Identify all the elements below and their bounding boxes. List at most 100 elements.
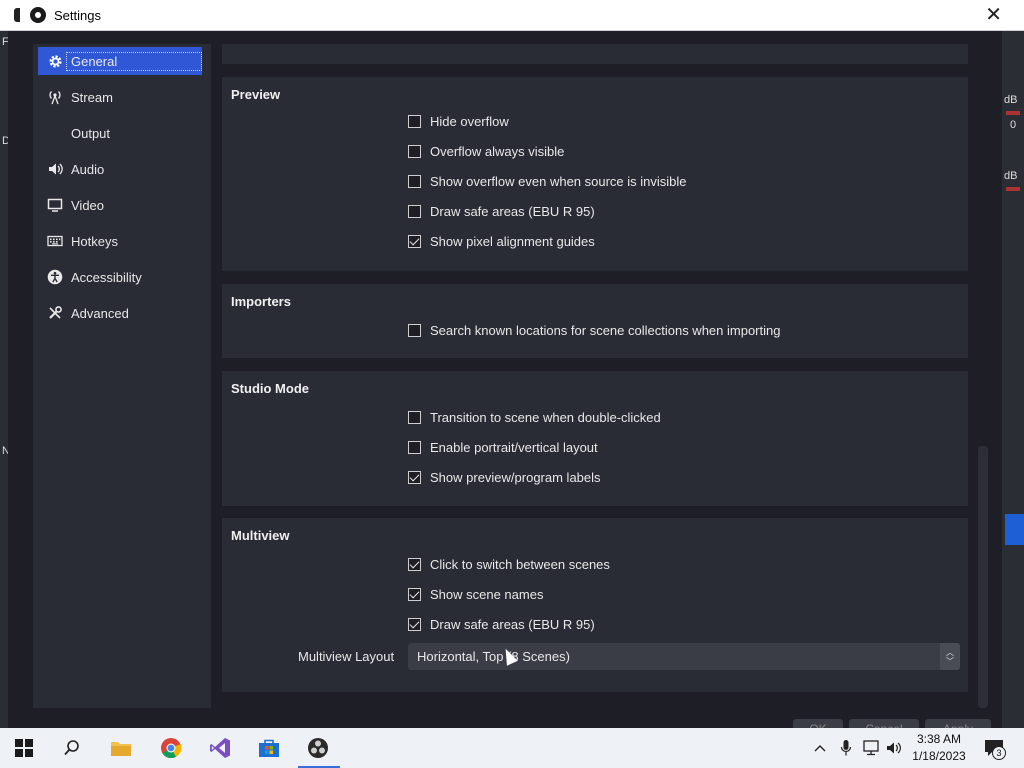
meter-label: 0 xyxy=(1010,119,1017,131)
option-portrait-layout[interactable]: Enable portrait/vertical layout xyxy=(408,437,598,457)
background-window-edge xyxy=(14,8,20,22)
tools-icon xyxy=(47,305,63,321)
option-label: Show overflow even when source is invisi… xyxy=(430,173,687,189)
checkbox[interactable] xyxy=(408,144,421,158)
group-partial xyxy=(222,44,968,64)
broadcast-icon xyxy=(47,89,63,105)
clock-time: 3:38 AM xyxy=(916,732,962,746)
windows-start-icon[interactable] xyxy=(11,736,37,760)
accessibility-icon xyxy=(47,269,63,285)
file-explorer-icon[interactable] xyxy=(108,736,134,760)
audio-meter xyxy=(1006,187,1020,191)
sidebar-item-stream[interactable]: Stream xyxy=(38,83,202,111)
ok-button[interactable]: OK xyxy=(793,719,843,728)
volume-icon[interactable] xyxy=(884,736,904,760)
option-pixel-alignment-guides[interactable]: Show pixel alignment guides xyxy=(408,231,595,251)
checkbox[interactable] xyxy=(408,204,421,218)
sidebar-item-label: Stream xyxy=(71,89,113,105)
monitor-icon xyxy=(47,197,63,213)
sidebar-item-general[interactable]: General xyxy=(38,47,202,75)
option-draw-safe-areas[interactable]: Draw safe areas (EBU R 95) xyxy=(408,201,595,221)
content-scrollbar[interactable] xyxy=(978,446,988,708)
checkbox[interactable] xyxy=(408,440,421,454)
multiview-layout-select[interactable]: Horizontal, Top (8 Scenes) ︿ ﹀ xyxy=(408,643,960,670)
network-icon[interactable] xyxy=(860,736,882,760)
output-icon xyxy=(47,125,63,141)
chevron-up-icon[interactable] xyxy=(810,736,830,760)
microphone-icon[interactable] xyxy=(836,736,856,760)
settings-sidebar: General Stream Output Audio Video Hotkey… xyxy=(33,44,211,708)
close-icon[interactable]: ✕ xyxy=(985,4,1002,26)
visual-studio-icon[interactable] xyxy=(207,736,233,760)
option-show-overflow-invisible[interactable]: Show overflow even when source is invisi… xyxy=(408,171,687,191)
clock-date: 1/18/2023 xyxy=(912,749,966,763)
background-app-right: dB 0 dB xyxy=(1002,31,1024,728)
sidebar-item-hotkeys[interactable]: Hotkeys xyxy=(38,227,202,255)
option-label: Show preview/program labels xyxy=(430,469,601,485)
group-title: Multiview xyxy=(231,528,290,543)
sidebar-item-label: General xyxy=(66,51,202,71)
background-selected-row xyxy=(1005,514,1024,545)
option-label: Show scene names xyxy=(430,586,544,602)
option-show-scene-names[interactable]: Show scene names xyxy=(408,584,543,604)
option-click-switch-scenes[interactable]: Click to switch between scenes xyxy=(408,554,610,574)
checkbox-checked[interactable] xyxy=(408,234,421,248)
group-importers: Importers Search known locations for sce… xyxy=(222,284,968,358)
checkbox[interactable] xyxy=(408,114,421,128)
sidebar-item-label: Audio xyxy=(71,161,105,177)
sidebar-item-label: Output xyxy=(71,125,111,141)
checkbox-checked[interactable] xyxy=(408,557,421,571)
window-title: Settings xyxy=(54,7,101,23)
checkbox-checked[interactable] xyxy=(408,470,421,484)
obs-logo-icon xyxy=(30,7,46,23)
select-value: Horizontal, Top (8 Scenes) xyxy=(417,649,570,664)
window-titlebar: Settings ✕ xyxy=(0,0,1024,31)
sidebar-item-label: Hotkeys xyxy=(71,233,118,249)
checkbox[interactable] xyxy=(408,323,421,337)
settings-content: Preview Hide overflow Overflow always vi… xyxy=(222,44,970,714)
audio-meter xyxy=(1006,111,1020,115)
option-label: Draw safe areas (EBU R 95) xyxy=(430,616,595,632)
notification-icon[interactable]: 3 xyxy=(982,736,1006,760)
option-search-scene-collections[interactable]: Search known locations for scene collect… xyxy=(408,320,780,340)
checkbox[interactable] xyxy=(408,174,421,188)
chrome-icon[interactable] xyxy=(158,736,184,760)
speaker-icon xyxy=(47,161,63,177)
sidebar-item-label: Video xyxy=(71,197,105,213)
settings-dialog: General Stream Output Audio Video Hotkey… xyxy=(8,31,1002,728)
meter-label: dB xyxy=(1004,170,1018,182)
option-label: Transition to scene when double-clicked xyxy=(430,409,661,425)
sidebar-item-audio[interactable]: Audio xyxy=(38,155,202,183)
sidebar-item-label: Advanced xyxy=(71,305,129,321)
option-multiview-safe-areas[interactable]: Draw safe areas (EBU R 95) xyxy=(408,614,595,634)
option-label: Hide overflow xyxy=(430,113,509,129)
obs-icon[interactable] xyxy=(305,736,331,760)
option-preview-program-labels[interactable]: Show preview/program labels xyxy=(408,467,601,487)
apply-button[interactable]: Apply xyxy=(925,719,991,728)
taskbar-clock[interactable]: 3:38 AM 1/18/2023 xyxy=(904,731,974,765)
option-label: Enable portrait/vertical layout xyxy=(430,439,598,455)
option-hide-overflow[interactable]: Hide overflow xyxy=(408,111,509,131)
option-transition-double-click[interactable]: Transition to scene when double-clicked xyxy=(408,407,661,427)
option-label: Draw safe areas (EBU R 95) xyxy=(430,203,595,219)
taskbar: 3:38 AM 1/18/2023 3 xyxy=(0,728,1024,768)
checkbox[interactable] xyxy=(408,410,421,424)
group-multiview: Multiview Click to switch between scenes… xyxy=(222,518,968,692)
cancel-button[interactable]: Cancel xyxy=(849,719,919,728)
store-icon[interactable] xyxy=(256,736,282,760)
group-title: Importers xyxy=(231,294,291,309)
sidebar-item-advanced[interactable]: Advanced xyxy=(38,299,202,327)
chevron-updown-icon: ︿ ﹀ xyxy=(940,643,960,670)
notification-count: 3 xyxy=(992,746,1006,760)
sidebar-item-output[interactable]: Output xyxy=(38,119,202,147)
search-icon[interactable] xyxy=(59,736,85,760)
group-studio-mode: Studio Mode Transition to scene when dou… xyxy=(222,371,968,506)
group-title: Preview xyxy=(231,87,281,102)
sidebar-item-video[interactable]: Video xyxy=(38,191,202,219)
sidebar-item-accessibility[interactable]: Accessibility xyxy=(38,263,202,291)
checkbox-checked[interactable] xyxy=(408,617,421,631)
option-label: Show pixel alignment guides xyxy=(430,233,595,249)
option-label: Search known locations for scene collect… xyxy=(430,322,781,338)
option-overflow-always-visible[interactable]: Overflow always visible xyxy=(408,141,564,161)
checkbox-checked[interactable] xyxy=(408,587,421,601)
